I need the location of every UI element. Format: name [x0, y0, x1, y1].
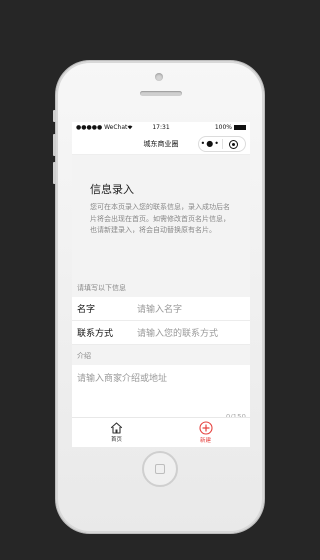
volume-down-button [53, 162, 56, 184]
intro-textarea[interactable]: 请输入商家介绍或地址 0/150 [72, 365, 250, 421]
status-bar: ●●●●● WeChat 17:31 100% [72, 122, 250, 133]
miniprogram-capsule: •●• [198, 136, 246, 152]
home-button[interactable] [142, 451, 178, 487]
tab-new[interactable]: 新建 [161, 418, 250, 447]
home-icon [110, 422, 123, 434]
close-miniprogram-button[interactable] [223, 139, 246, 149]
intro-field-section-label: 介绍 [77, 352, 91, 360]
name-field-label: 名字 [77, 305, 96, 315]
app-screen: ●●●●● WeChat 17:31 100% 城东商业圈 •●• 信息录入 您… [72, 122, 250, 447]
clock: 17:31 [152, 124, 170, 131]
more-menu-button[interactable]: •●• [199, 137, 222, 151]
volume-up-button [53, 134, 56, 156]
contact-input[interactable]: 请输入您的联系方式 [137, 326, 218, 339]
navigation-bar: 城东商业圈 •●• [72, 133, 250, 155]
intro-section: 信息录入 您可在本页录入您的联系信息，录入成功后名片将会出现在首页。如需修改首页… [72, 155, 250, 277]
page-title: 城东商业圈 [143, 139, 179, 148]
speaker-grille [140, 91, 182, 96]
form-section-label: 请填写以下信息 [77, 284, 126, 292]
camera-dot [155, 73, 163, 81]
mute-switch [53, 110, 56, 122]
intro-title: 信息录入 [90, 183, 134, 196]
tab-bar: 首页 新建 [72, 417, 250, 447]
tab-home-label: 首页 [110, 437, 122, 443]
contact-field-label: 联系方式 [77, 329, 114, 339]
name-input[interactable]: 请输入名字 [137, 302, 182, 315]
intro-description: 您可在本页录入您的联系信息，录入成功后名片将会出现在首页。如需修改首页名片信息，… [90, 203, 230, 234]
contact-field-row[interactable]: 联系方式 请输入您的联系方式 [72, 321, 250, 345]
tab-home[interactable]: 首页 [72, 418, 161, 447]
tab-new-label: 新建 [199, 438, 211, 444]
circle-close-icon [229, 139, 239, 149]
name-field-row[interactable]: 名字 请输入名字 [72, 297, 250, 321]
intro-textarea-placeholder: 请输入商家介绍或地址 [77, 374, 168, 384]
battery-icon [234, 125, 246, 130]
plus-circle-icon [198, 421, 213, 435]
